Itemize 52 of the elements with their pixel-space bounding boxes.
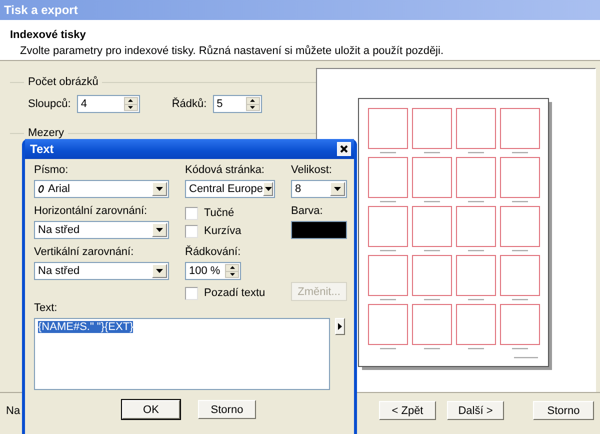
checkbox[interactable] xyxy=(185,224,198,238)
font-type-icon xyxy=(38,185,44,193)
spin-buttons[interactable] xyxy=(225,264,239,278)
field-label: Písmo: xyxy=(34,164,70,177)
window-title: Tisk a export xyxy=(4,3,78,17)
font-dropdown[interactable]: Arial xyxy=(34,180,169,198)
field-label: Text: xyxy=(34,302,58,314)
size-dropdown[interactable]: 8 xyxy=(291,180,347,198)
dropdown-button[interactable] xyxy=(152,223,167,237)
vertical-align-dropdown[interactable]: Na střed xyxy=(34,262,169,280)
codepage-dropdown[interactable]: Central Europe xyxy=(185,180,275,198)
next-button[interactable]: Další > xyxy=(447,401,504,420)
field-label: Horizontální zarovnání: xyxy=(34,205,148,218)
checkbox-label: Kurzíva xyxy=(204,225,242,237)
field-label: Vertikální zarovnání: xyxy=(34,246,135,259)
page-description: Zvolte parametry pro indexové tisky. Různá nastavení si můžete uložit a použít později. xyxy=(19,45,445,57)
caret-icon xyxy=(264,187,272,191)
dropdown-button[interactable] xyxy=(152,182,167,196)
field-label: Řádkování: xyxy=(185,246,242,259)
checkbox-label: Tučné xyxy=(204,207,234,219)
footer-label: Na xyxy=(6,404,20,416)
checkbox[interactable] xyxy=(185,206,198,220)
close-icon[interactable] xyxy=(337,142,351,156)
ok-button[interactable]: OK xyxy=(122,400,180,419)
checkbox-label: Pozadí textu xyxy=(204,287,266,299)
dropdown-button[interactable] xyxy=(152,264,167,278)
caret-icon xyxy=(338,323,342,330)
page-heading: Indexové tisky xyxy=(10,29,87,41)
field-label: Sloupců: xyxy=(28,98,71,110)
field-label: Barva: xyxy=(291,205,324,218)
field-label: Kódová stránka: xyxy=(185,164,266,177)
dialog-title: Text xyxy=(30,142,54,156)
caret-icon xyxy=(334,187,341,191)
field-label: Řádků: xyxy=(172,98,207,110)
group-label: Mezery xyxy=(28,127,64,139)
insert-field-button[interactable] xyxy=(335,318,345,335)
field-label: Velikost: xyxy=(291,164,333,177)
color-swatch[interactable] xyxy=(291,221,347,239)
cancel-button[interactable]: Storno xyxy=(533,401,594,420)
dropdown-button[interactable] xyxy=(330,182,345,196)
cancel-button[interactable]: Storno xyxy=(198,400,256,419)
back-button[interactable]: < Zpět xyxy=(379,401,436,420)
caret-icon xyxy=(156,187,163,191)
horizontal-align-dropdown[interactable]: Na střed xyxy=(34,221,169,239)
spin-buttons[interactable] xyxy=(246,97,260,111)
group-label: Počet obrázků xyxy=(28,76,98,88)
spin-buttons[interactable] xyxy=(124,97,138,111)
checkbox[interactable] xyxy=(185,286,198,300)
caret-icon xyxy=(156,228,163,232)
text-template-field[interactable]: {NAME#S." "}{EXT} xyxy=(34,318,330,390)
dropdown-button[interactable] xyxy=(263,182,273,196)
caret-icon xyxy=(156,269,163,273)
